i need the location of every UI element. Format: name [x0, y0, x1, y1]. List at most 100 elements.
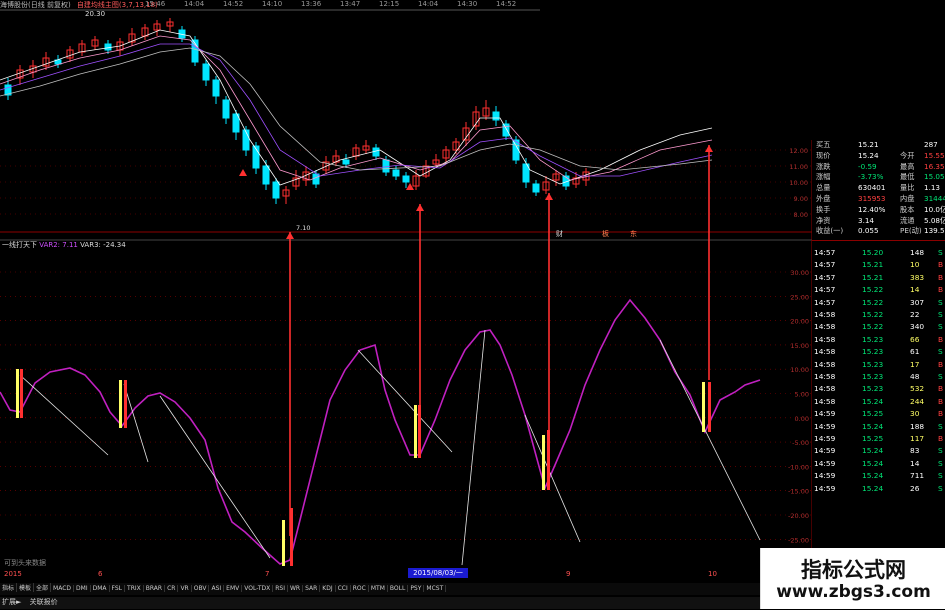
indicator-tab[interactable]: OBV — [192, 585, 210, 592]
signal-bar — [119, 380, 122, 428]
indicator-tab[interactable]: MCST — [424, 585, 447, 592]
indicator-var2: VAR2: 7.11 — [39, 241, 78, 249]
price-axis-tick: 10.00 — [789, 179, 808, 187]
tick-row: 14:57 15.22 307 S — [812, 298, 945, 310]
indicator-tab[interactable]: ASI — [209, 585, 225, 592]
indicator-tab[interactable]: VR — [178, 585, 192, 592]
candle-body — [104, 43, 112, 51]
tick-volume: 383 — [910, 272, 925, 282]
tick-side: B — [938, 409, 944, 419]
quote-value: 3.14 — [858, 215, 875, 225]
stock-name[interactable]: 海博股份(日线 前复权) — [0, 1, 71, 9]
quote-label2: PE(动) — [900, 226, 922, 236]
indicator-tab[interactable]: WR — [288, 585, 304, 592]
tick-price: 15.21 — [862, 272, 884, 282]
tick-volume: 83 — [910, 446, 920, 456]
tick-side: B — [938, 434, 944, 443]
trade-time: 14:52 — [496, 0, 517, 8]
indicator-tab[interactable]: MTM — [369, 585, 388, 592]
quote-value2: 314448 — [924, 194, 945, 203]
indicator-tab[interactable]: EMV — [224, 585, 243, 592]
signal-label: 东 — [630, 229, 637, 238]
indicator-tab[interactable]: CR — [165, 585, 179, 592]
indicator-tab[interactable]: TRIX — [125, 585, 144, 592]
indicator-tab[interactable]: SAR — [303, 585, 321, 592]
quote-row: 买五 15.21 287 — [812, 140, 945, 151]
quote-row: 涨幅 -3.73% 最低 15.05 — [812, 172, 945, 183]
tick-volume: 66 — [910, 334, 920, 344]
tick-time: 14:58 — [814, 384, 836, 394]
indicator-tab[interactable]: PSY — [408, 585, 425, 592]
indicator-tab[interactable]: MACD — [51, 585, 75, 592]
candle-body — [202, 63, 210, 81]
tick-side: B — [938, 260, 944, 270]
indicator-tab[interactable]: CCI — [336, 585, 351, 592]
indicator-tab[interactable]: 模板 — [17, 583, 35, 592]
cursor-date-box[interactable]: 2015/08/03/一 — [408, 568, 468, 578]
indicator-tab[interactable]: 全部 — [34, 583, 52, 592]
quote-row: 净资 3.14 流通 5.08亿 — [812, 216, 945, 227]
tick-row: 14:58 15.23 61 S — [812, 347, 945, 359]
watermark-url: www.zbgs3.com — [776, 582, 931, 602]
month-label-6: 6 — [98, 570, 103, 578]
tick-row: 14:58 15.23 532 B — [812, 384, 945, 396]
signal-arrow-head — [705, 145, 713, 152]
tick-price: 15.25 — [862, 409, 884, 419]
signal-bar — [20, 369, 23, 418]
tick-volume: 26 — [910, 483, 920, 493]
footer-note: 可到头来数据 — [4, 559, 46, 567]
tick-volume: 22 — [910, 310, 920, 319]
indicator-tab[interactable]: 指标 — [0, 583, 18, 592]
indicator-tab[interactable]: KDJ — [320, 585, 336, 592]
indicator-axis-tick: -20.00 — [788, 512, 809, 520]
trend-line — [659, 339, 761, 541]
trend-line — [461, 329, 486, 566]
trade-time: 14:30 — [457, 0, 478, 8]
candle-body — [532, 183, 540, 193]
trade-time: 13:47 — [340, 0, 361, 8]
indicator-tab[interactable]: FSL — [110, 585, 126, 592]
indicator-title: 一线打天下 VAR2: 7.11 VAR3: -24.34 — [2, 240, 126, 250]
indicator-axis-tick: 25.00 — [790, 293, 809, 301]
indicator-name[interactable]: 一线打天下 — [2, 241, 37, 249]
tick-row: 14:58 15.23 48 S — [812, 372, 945, 384]
month-label-10: 10 — [708, 570, 717, 578]
tick-price: 15.24 — [862, 483, 884, 493]
tick-price: 15.22 — [862, 322, 884, 332]
indicator-axis-tick: 10.00 — [790, 366, 809, 374]
indicator-tab[interactable]: DMA — [91, 585, 110, 592]
indicator-tab[interactable]: RSI — [273, 585, 288, 592]
quote-label2: 内盘 — [900, 194, 915, 203]
related-quote-button[interactable]: 关联报价 — [30, 598, 58, 606]
right-quote-panel: 买五 15.21 287 现价 15.24 今开 15.55 涨跌 -0.59 最高 16.35 涨幅… — [812, 140, 945, 610]
indicator-tab[interactable]: DMI — [74, 585, 91, 592]
indicator-tab[interactable]: VOL-TDX — [242, 585, 274, 592]
quote-row: 总量 630401 量比 1.13 — [812, 183, 945, 194]
tick-price: 15.24 — [862, 446, 884, 456]
quote-tick-separator — [812, 240, 945, 241]
quote-label: 涨跌 — [816, 161, 831, 171]
indicator-tab[interactable]: ROC — [351, 585, 369, 592]
trade-time: 14:52 — [223, 0, 244, 8]
candle-body — [272, 181, 280, 199]
candle-body — [212, 79, 220, 97]
indicator-var3: VAR3: -24.34 — [80, 241, 126, 249]
tick-volume: 14 — [910, 458, 920, 468]
tick-time: 14:57 — [814, 285, 836, 295]
indicator-axis-tick: 15.00 — [790, 342, 809, 350]
tick-price: 15.23 — [862, 384, 884, 394]
tick-row: 14:58 15.24 244 B — [812, 397, 945, 409]
year-label: 2015 — [4, 570, 22, 578]
tick-time: 14:59 — [814, 483, 836, 493]
indicator-tab[interactable]: BOLL — [388, 585, 409, 592]
indicator-tab[interactable]: BRAR — [144, 585, 166, 592]
quote-value2: 139.5 — [924, 226, 945, 236]
month-label-7: 7 — [265, 570, 270, 578]
tick-price: 15.24 — [862, 458, 884, 468]
quote-row: 换手 12.40% 股本 10.0亿 — [812, 205, 945, 216]
trend-line — [123, 383, 149, 463]
tick-row: 14:58 15.22 340 S — [812, 322, 945, 334]
indicator-axis-tick: 0.00 — [795, 415, 809, 423]
tick-time: 14:58 — [814, 359, 836, 369]
expand-button[interactable]: 扩展► — [2, 598, 21, 606]
